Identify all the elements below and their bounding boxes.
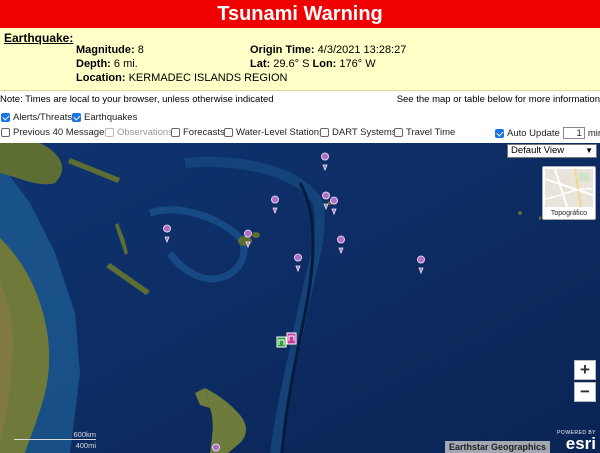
map-view[interactable]: Default View ▼ Topográfico + − 600km 400m… (0, 143, 600, 453)
depth-row: Depth: 6 mi. (76, 58, 138, 70)
previous-messages-checkbox[interactable] (1, 128, 10, 137)
location-value: KERMADEC ISLANDS REGION (128, 72, 288, 84)
warning-banner: Tsunami Warning (0, 0, 600, 28)
zoom-out-button[interactable]: − (574, 382, 596, 402)
esri-logo[interactable]: POWERED BY esri (557, 430, 596, 452)
map-canvas (0, 143, 600, 453)
travel-time-checkbox[interactable] (394, 128, 403, 137)
chevron-down-icon: ▼ (585, 146, 593, 155)
travel-time-option[interactable]: Travel Time (394, 127, 455, 138)
dart-option[interactable]: DART Systems (320, 127, 397, 138)
earthquake-marker[interactable] (212, 443, 220, 452)
notes-bar: Note: Times are local to your browser, u… (0, 92, 600, 106)
magnitude-value: 8 (137, 44, 144, 56)
earthquakes-option[interactable]: Earthquakes (72, 112, 137, 123)
previous-messages-option[interactable]: Previous 40 Messages (1, 127, 109, 138)
basemap-label: Topográfico (550, 210, 588, 217)
location-row: Location: KERMADEC ISLANDS REGION (76, 72, 288, 84)
auto-update-checkbox[interactable] (495, 128, 504, 138)
auto-update-option[interactable]: Auto Update1min (495, 127, 600, 139)
scale-bar: 600km 400mi (14, 430, 96, 450)
observations-checkbox (105, 128, 114, 137)
origin-time-value: 4/3/2021 13:28:27 (317, 44, 407, 56)
basemap-toggle[interactable]: Topográfico (542, 166, 596, 220)
earthquake-info-panel: Earthquake: Magnitude: 8 Depth: 6 mi. Lo… (0, 28, 600, 91)
time-note: Note: Times are local to your browser, u… (0, 94, 274, 105)
map-note: See the map or table below for more info… (396, 94, 600, 105)
basemap-thumbnail (545, 169, 593, 207)
depth-value: 6 mi. (113, 58, 138, 70)
lat-lon-row: Lat: 29.6° S Lon: 176° W (250, 58, 376, 70)
map-attribution: Earthstar Geographics (444, 441, 550, 453)
view-select[interactable]: Default View ▼ (507, 144, 597, 158)
alerts-threats-option[interactable]: Alerts/Threats (1, 112, 72, 123)
auto-update-interval-input[interactable]: 1 (562, 127, 585, 139)
zoom-in-button[interactable]: + (574, 360, 596, 380)
earthquakes-checkbox[interactable] (72, 113, 81, 122)
forecasts-option[interactable]: Forecasts (171, 127, 225, 138)
forecasts-checkbox[interactable] (171, 128, 180, 137)
water-level-checkbox[interactable] (224, 128, 233, 137)
dart-checkbox[interactable] (320, 128, 329, 137)
magnitude-row: Magnitude: 8 (76, 44, 144, 56)
water-level-option[interactable]: Water-Level Stations (224, 127, 324, 138)
observations-option: Observations (105, 127, 173, 138)
origin-time-row: Origin Time: 4/3/2021 13:28:27 (250, 44, 407, 56)
alerts-threats-checkbox[interactable] (1, 113, 10, 122)
lat-value: 29.6° S (273, 58, 310, 70)
earthquake-heading[interactable]: Earthquake: (4, 31, 73, 45)
lon-value: 176° W (339, 58, 376, 70)
